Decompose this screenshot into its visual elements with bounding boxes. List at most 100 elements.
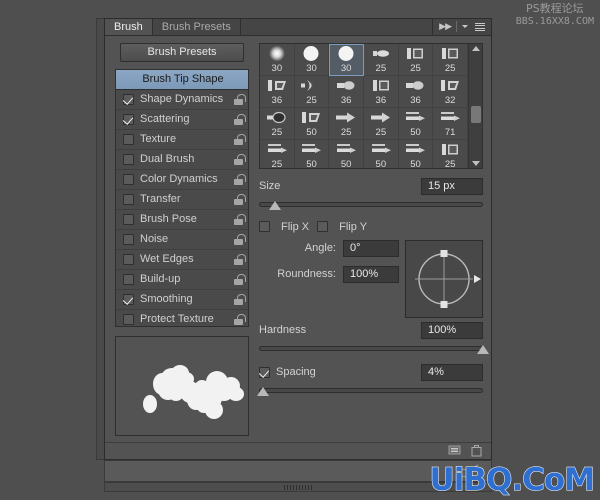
roundness-input[interactable]: 100% — [343, 265, 399, 283]
panel-resize-grip-bar[interactable] — [104, 482, 492, 492]
lock-icon[interactable] — [234, 173, 246, 185]
spacing-checkbox[interactable] — [259, 366, 270, 378]
brush-tip-cell[interactable]: 25 — [433, 43, 468, 76]
scroll-up-arrow-icon[interactable] — [471, 45, 480, 51]
brush-tip-cell[interactable]: 30 — [329, 43, 364, 76]
brush-option-row[interactable]: Texture — [116, 130, 248, 150]
flip-x-option[interactable]: Flip X — [259, 221, 309, 233]
brush-tip-size-label: 30 — [340, 62, 352, 74]
brush-tip-cell[interactable]: 50 — [294, 107, 330, 140]
spacing-slider-thumb[interactable] — [257, 386, 270, 396]
brush-tip-cell[interactable]: 25 — [364, 43, 399, 76]
brush-tip-cell[interactable]: 50 — [295, 139, 330, 168]
size-slider[interactable] — [259, 199, 483, 210]
brush-tip-cell[interactable]: 25 — [260, 139, 295, 168]
lock-icon[interactable] — [234, 153, 246, 165]
brush-tip-cell[interactable]: 25 — [294, 75, 330, 108]
brush-tip-cell[interactable]: 30 — [294, 43, 330, 76]
brush-tip-cell[interactable]: 71 — [433, 107, 468, 140]
tab-brush[interactable]: Brush — [105, 19, 153, 35]
hardness-input[interactable]: 100% — [421, 321, 483, 339]
brush-option-row[interactable]: Protect Texture — [116, 310, 248, 326]
brush-tip-cell[interactable]: 36 — [329, 75, 364, 108]
brush-tip-cell[interactable]: 36 — [398, 75, 434, 108]
lock-icon[interactable] — [234, 253, 246, 265]
flip-options-row: Flip X Flip Y — [259, 221, 483, 233]
delete-brush-icon[interactable] — [470, 444, 483, 458]
brush-option-checkbox[interactable] — [123, 133, 134, 145]
brush-tip-shape-row[interactable]: Brush Tip Shape — [116, 69, 248, 90]
brush-option-checkbox[interactable] — [123, 153, 134, 165]
brush-tip-cell[interactable]: 50 — [399, 139, 434, 168]
brush-option-checkbox[interactable] — [123, 293, 134, 305]
brush-tip-cell[interactable]: 30 — [260, 43, 295, 76]
brush-tip-cell[interactable]: 50 — [364, 139, 399, 168]
flip-y-checkbox[interactable] — [317, 221, 329, 233]
flip-x-checkbox[interactable] — [259, 221, 270, 233]
brush-option-checkbox[interactable] — [123, 273, 134, 285]
brush-tip-cell[interactable]: 50 — [398, 107, 434, 140]
double-right-arrow-icon[interactable]: ▶▶ — [439, 21, 452, 32]
brush-tip-cell[interactable]: 25 — [398, 43, 434, 76]
brush-option-checkbox[interactable] — [123, 253, 134, 265]
lock-icon[interactable] — [234, 293, 246, 305]
brush-option-checkbox[interactable] — [123, 213, 134, 225]
lock-icon[interactable] — [234, 93, 246, 105]
size-slider-thumb[interactable] — [268, 200, 281, 210]
lock-icon[interactable] — [234, 193, 246, 205]
brush-option-row[interactable]: Color Dynamics — [116, 170, 248, 190]
brush-option-row[interactable]: Transfer — [116, 190, 248, 210]
brush-option-checkbox[interactable] — [123, 113, 134, 125]
brush-tip-cell[interactable]: 25 — [260, 107, 295, 140]
brush-tip-cell[interactable]: 25 — [433, 139, 468, 168]
hardness-slider-track — [259, 345, 483, 351]
lock-icon[interactable] — [234, 273, 246, 285]
brush-option-checkbox[interactable] — [123, 93, 134, 105]
new-brush-icon[interactable] — [448, 444, 464, 458]
panel-menu-icon[interactable] — [475, 22, 485, 32]
brush-option-row[interactable]: Scattering — [116, 110, 248, 130]
brush-option-row[interactable]: Brush Pose — [116, 210, 248, 230]
brush-option-checkbox[interactable] — [123, 193, 134, 205]
brush-tip-cell[interactable]: 25 — [364, 107, 399, 140]
brush-tip-cell[interactable]: 50 — [329, 139, 364, 168]
flip-y-option[interactable]: Flip Y — [317, 221, 367, 233]
spacing-slider[interactable] — [257, 385, 483, 396]
brush-option-row[interactable]: Build-up — [116, 270, 248, 290]
brush-option-row[interactable]: Noise — [116, 230, 248, 250]
brush-tip-grid[interactable]: 30 30 30 25 25 25 36 25 36 36 36 32 25 50 25 25 50 71 25 50… — [260, 43, 468, 168]
hardness-slider[interactable] — [259, 343, 489, 354]
brush-angle-dial[interactable] — [405, 239, 483, 318]
brush-option-row[interactable]: Smoothing — [116, 290, 248, 310]
lock-icon[interactable] — [234, 113, 246, 125]
brush-tip-cell[interactable]: 32 — [433, 75, 468, 108]
lock-icon[interactable] — [234, 233, 246, 245]
brush-option-row[interactable]: Wet Edges — [116, 250, 248, 270]
brush-tip-size-label: 36 — [410, 94, 421, 106]
scrollbar-thumb[interactable] — [471, 105, 481, 123]
tab-brush-presets[interactable]: Brush Presets — [153, 19, 241, 35]
angle-input[interactable]: 0° — [343, 239, 399, 257]
brush-option-checkbox[interactable] — [123, 313, 134, 325]
brush-presets-button[interactable]: Brush Presets — [120, 42, 244, 62]
brush-tip-cell[interactable]: 25 — [329, 107, 364, 140]
angled-tip-glyph — [441, 80, 460, 92]
lock-icon[interactable] — [234, 313, 246, 325]
panel-menu-triangle-icon[interactable] — [462, 25, 468, 29]
brush-tip-cell[interactable]: 36 — [260, 75, 295, 108]
brush-grid-scrollbar[interactable] — [468, 43, 482, 168]
brush-option-row[interactable]: Shape Dynamics — [116, 90, 248, 110]
scroll-down-arrow-icon[interactable] — [471, 160, 480, 166]
brush-tip-cell[interactable]: 36 — [364, 75, 399, 108]
brush-presets-button-label: Brush Presets — [147, 46, 217, 59]
brush-option-row[interactable]: Dual Brush — [116, 150, 248, 170]
brush-option-checkbox[interactable] — [123, 233, 134, 245]
thin-tip-glyph — [406, 112, 426, 122]
hardness-slider-thumb[interactable] — [477, 344, 489, 354]
size-input[interactable]: 15 px — [421, 177, 483, 195]
brush-option-checkbox[interactable] — [123, 173, 134, 185]
spacing-input[interactable]: 4% — [421, 363, 483, 381]
brush-tool-icon[interactable] — [457, 463, 481, 479]
lock-icon[interactable] — [234, 133, 246, 145]
lock-icon[interactable] — [234, 213, 246, 225]
